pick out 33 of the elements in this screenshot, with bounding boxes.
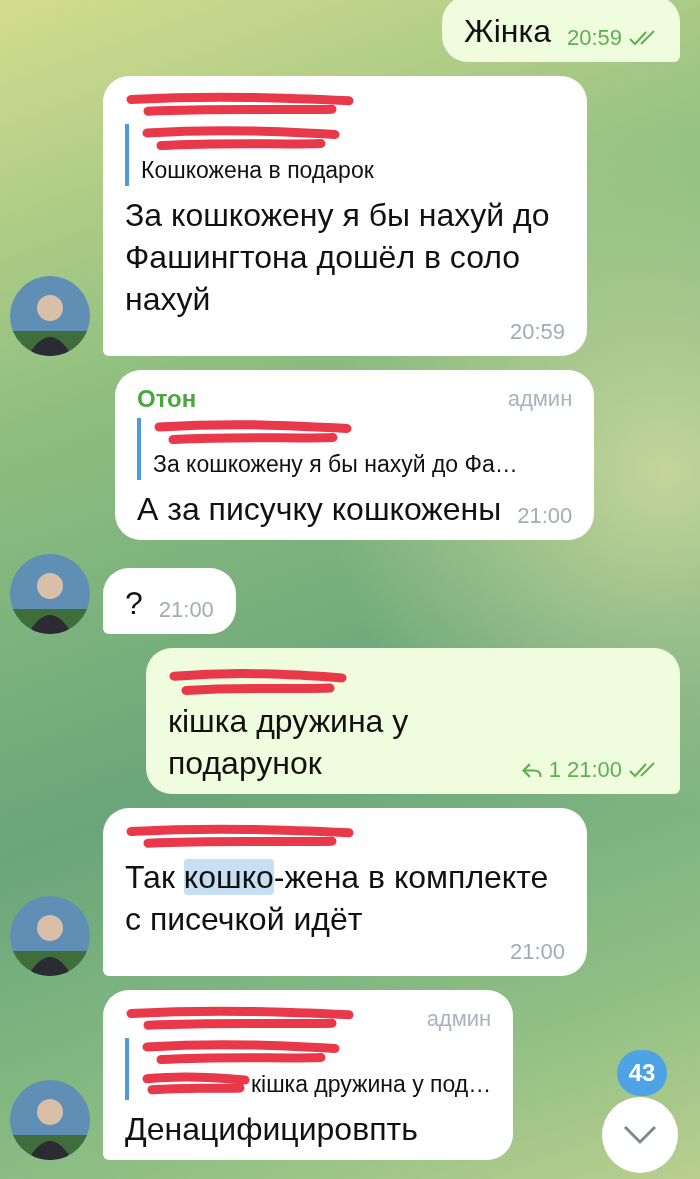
message-text: Так кошко-жена в комплекте с писечкой идёт (125, 858, 550, 939)
message-bubble[interactable]: ? 21:00 (103, 568, 236, 634)
quoted-text: кішка дружина у под… (251, 1070, 492, 1099)
unread-count-badge: 43 (617, 1050, 667, 1096)
message-text: ? (125, 584, 143, 623)
message-text: Жінка (464, 12, 551, 51)
reply-count: 1 (548, 758, 561, 782)
message-bubble[interactable]: Жінка 20:59 (442, 0, 680, 62)
message-time: 21:00 (517, 504, 573, 528)
message-time: 20:59 (566, 26, 622, 50)
reply-quote[interactable]: Кошкожена в подарок (125, 124, 565, 186)
message-time: 21:00 (509, 940, 565, 964)
admin-label: админ (507, 386, 573, 412)
chevron-down-icon (623, 1125, 657, 1145)
quoted-text: За кошкожену я бы нахуй до Фа… (153, 450, 518, 479)
quoted-text: Кошкожена в подарок (141, 156, 374, 185)
message-text: Денацифицировпть (125, 1110, 418, 1149)
message-time: 21:00 (158, 598, 214, 622)
message-bubble[interactable]: кішка дружина у подарунок 1 21:00 (146, 648, 680, 794)
sender-name: Отон (137, 385, 197, 413)
message-bubble[interactable]: Так кошко-жена в комплекте с писечкой идёт 21:00 (103, 808, 587, 976)
message-text: За кошкожену я бы нахуй до Фашингтона дошёл в соло нахуй (125, 196, 551, 319)
message-time: 20:59 (509, 320, 565, 344)
reply-quote[interactable]: кішка дружина у под… (125, 1038, 492, 1100)
message-bubble[interactable]: Кошкожена в подарок За кошкожену я бы нахуй до Фашингтона дошёл в соло нахуй 20:59 (103, 76, 587, 356)
reply-arrow-icon (520, 761, 543, 779)
message-bubble[interactable]: админ кішка дружина у под… Денацифицировпть (103, 990, 514, 1160)
admin-label: админ (426, 1006, 492, 1032)
message-text: А за писучку кошкожены (137, 490, 502, 529)
reply-quote[interactable]: За кошкожену я бы нахуй до Фа… (137, 418, 573, 480)
message-time: 21:00 (566, 758, 622, 782)
message-text: кішка дружина у подарунок (168, 702, 410, 783)
message-bubble[interactable]: Отон админ За кошкожену я бы нахуй до Фа… А за писучку кошкожены 21:00 (115, 370, 595, 540)
